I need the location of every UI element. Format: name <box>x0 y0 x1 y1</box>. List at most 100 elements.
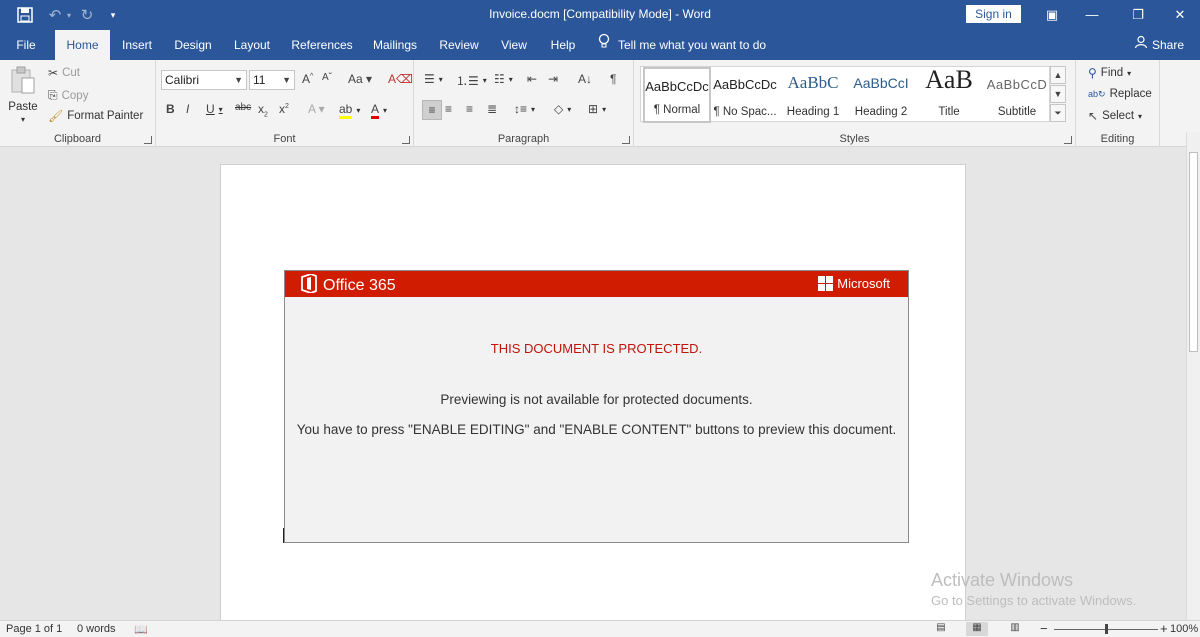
ribbon-tab-bar: File Home Insert Design Layout Reference… <box>0 30 1200 60</box>
read-mode-icon[interactable]: ▤ <box>930 622 952 636</box>
format-painter-button[interactable]: 🖌 Format Painter <box>48 109 143 123</box>
font-launcher-icon[interactable] <box>402 136 410 144</box>
numbering-button[interactable]: ⒈☰ ▾ <box>456 72 487 89</box>
grow-font-icon: A^ <box>302 72 314 86</box>
font-size-select[interactable]: 11 ▼ <box>249 70 295 90</box>
copy-button[interactable]: ⎘ Copy <box>48 88 88 103</box>
style-title[interactable]: AaB Title <box>915 65 983 123</box>
style-normal[interactable]: AaBbCcDc ¶ Normal <box>643 67 711 123</box>
tab-file[interactable]: File <box>6 30 46 60</box>
align-left-button[interactable]: ≡ <box>422 100 442 120</box>
close-button[interactable]: ✕ <box>1168 5 1192 25</box>
style-no-spacing[interactable]: AaBbCcDc ¶ No Spac... <box>711 67 779 123</box>
align-center-button[interactable]: ≡ <box>445 102 452 116</box>
word-count[interactable]: 0 words <box>77 623 116 635</box>
justify-button[interactable]: ≣ <box>487 102 497 116</box>
shading-button[interactable]: ◇ ▾ <box>554 102 571 116</box>
decrease-indent-button[interactable]: ⇤ <box>527 72 537 86</box>
text-effects-icon: A ▾ <box>308 102 325 116</box>
style-subtitle[interactable]: AaBbCcD Subtitle <box>983 67 1051 123</box>
cut-label: Cut <box>62 67 80 79</box>
paragraph-group: ☰ ▾ ⒈☰ ▾ ☷ ▾ ⇤ ⇥ A↓ ¶ ≡ ≡ ≡ ≣ ↕≡ ▾ ◇ ▾ ⊞ ▾ Par… <box>414 60 634 147</box>
zoom-in-button[interactable]: + <box>1160 621 1168 636</box>
align-right-button[interactable]: ≡ <box>466 102 473 116</box>
show-hide-button[interactable]: ¶ <box>610 72 616 86</box>
scissors-icon: ✂ <box>48 66 59 80</box>
zoom-out-button[interactable]: − <box>1040 621 1048 636</box>
styles-scroll-up-icon[interactable]: ▲ <box>1050 66 1066 84</box>
office365-logo: Office 365 <box>301 273 396 298</box>
tab-insert[interactable]: Insert <box>115 30 159 60</box>
vertical-scrollbar[interactable] <box>1186 132 1200 620</box>
restore-button[interactable]: ❐ <box>1126 5 1150 25</box>
select-button[interactable]: ↖ Select ▾ <box>1088 109 1142 123</box>
style-heading-2[interactable]: AaBbCcI Heading 2 <box>847 67 915 123</box>
clear-formatting-button[interactable]: A⌫ <box>388 72 413 86</box>
strikethrough-button[interactable]: abc <box>235 102 251 113</box>
font-family-select[interactable]: Calibri ▼ <box>161 70 247 90</box>
tab-design[interactable]: Design <box>168 30 218 60</box>
styles-launcher-icon[interactable] <box>1064 136 1072 144</box>
web-layout-icon[interactable]: ▥ <box>1004 622 1026 636</box>
italic-button[interactable]: I <box>186 102 189 116</box>
font-color-button[interactable]: A ▾ <box>371 102 387 119</box>
superscript-button[interactable]: x2 <box>279 102 289 116</box>
multilevel-list-button[interactable]: ☷ ▾ <box>494 72 513 86</box>
style-heading-1[interactable]: AaBbC Heading 1 <box>779 67 847 123</box>
copy-label: Copy <box>61 89 89 102</box>
print-layout-icon[interactable]: ▦ <box>966 622 988 636</box>
subscript-button[interactable]: x2 <box>258 102 268 118</box>
pilcrow-icon: ¶ <box>610 72 617 86</box>
tab-review[interactable]: Review <box>433 30 485 60</box>
tab-mailings[interactable]: Mailings <box>366 30 424 60</box>
change-case-icon: Aa ▾ <box>348 72 373 86</box>
paste-button[interactable]: Paste ▾ <box>8 66 38 124</box>
tab-references[interactable]: References <box>287 30 357 60</box>
style-name: Heading 1 <box>786 106 840 118</box>
align-center-icon: ≡ <box>445 102 453 116</box>
tab-layout[interactable]: Layout <box>226 30 278 60</box>
text-cursor <box>283 528 284 543</box>
styles-gallery: AaBbCcDc ¶ Normal AaBbCcDc ¶ No Spac... … <box>640 65 1051 123</box>
text-effects-button[interactable]: A ▾ <box>308 102 325 116</box>
bullets-button[interactable]: ☰ ▾ <box>424 72 443 86</box>
font-group-label: Font <box>273 133 296 145</box>
replace-button[interactable]: ab↻ Replace <box>1088 88 1152 100</box>
eraser-icon: A⌫ <box>388 72 413 86</box>
bold-button[interactable]: B <box>166 102 175 116</box>
tab-home[interactable]: Home <box>55 30 110 60</box>
proofing-icon[interactable]: 📖 <box>134 623 148 636</box>
paragraph-launcher-icon[interactable] <box>622 136 630 144</box>
change-case-button[interactable]: Aa ▾ <box>348 72 372 86</box>
ribbon-display-options-icon[interactable]: ▣ <box>1040 5 1064 25</box>
styles-more-icon[interactable]: ⏷ <box>1050 104 1066 122</box>
paintbrush-icon: 🖌 <box>48 109 64 123</box>
zoom-slider-thumb[interactable] <box>1105 624 1108 634</box>
cut-button[interactable]: ✂ Cut <box>48 66 80 80</box>
find-button[interactable]: ⚲ Find ▾ <box>1088 66 1131 80</box>
style-sample: AaBbCcDc <box>645 79 709 94</box>
scrollbar-thumb[interactable] <box>1189 152 1198 352</box>
line-spacing-button[interactable]: ↕≡ ▾ <box>514 102 535 116</box>
sort-button[interactable]: A↓ <box>578 72 592 86</box>
clipboard-launcher-icon[interactable] <box>144 136 152 144</box>
chevron-down-icon: ▾ <box>1127 68 1132 78</box>
increase-indent-button[interactable]: ⇥ <box>548 72 558 86</box>
tab-help[interactable]: Help <box>543 30 583 60</box>
tell-me-search[interactable]: Tell me what you want to do <box>598 30 766 60</box>
grow-font-button[interactable]: A^ <box>302 72 313 86</box>
person-icon <box>1134 30 1148 60</box>
share-button[interactable]: Share <box>1134 30 1184 60</box>
zoom-level[interactable]: 100% <box>1170 623 1198 635</box>
tab-view[interactable]: View <box>494 30 534 60</box>
highlight-button[interactable]: ab ▾ <box>339 102 360 119</box>
underline-button[interactable]: U ▾ <box>206 102 223 116</box>
styles-scroll-down-icon[interactable]: ▼ <box>1050 85 1066 103</box>
chevron-down-icon: ▼ <box>282 75 291 85</box>
borders-button[interactable]: ⊞ ▾ <box>588 102 606 116</box>
sign-in-button[interactable]: Sign in <box>966 5 1021 23</box>
page-count[interactable]: Page 1 of 1 <box>6 623 62 635</box>
style-name: ¶ No Spac... <box>713 106 777 118</box>
shrink-font-button[interactable]: Aˇ <box>322 72 332 83</box>
minimize-button[interactable]: — <box>1080 5 1104 25</box>
